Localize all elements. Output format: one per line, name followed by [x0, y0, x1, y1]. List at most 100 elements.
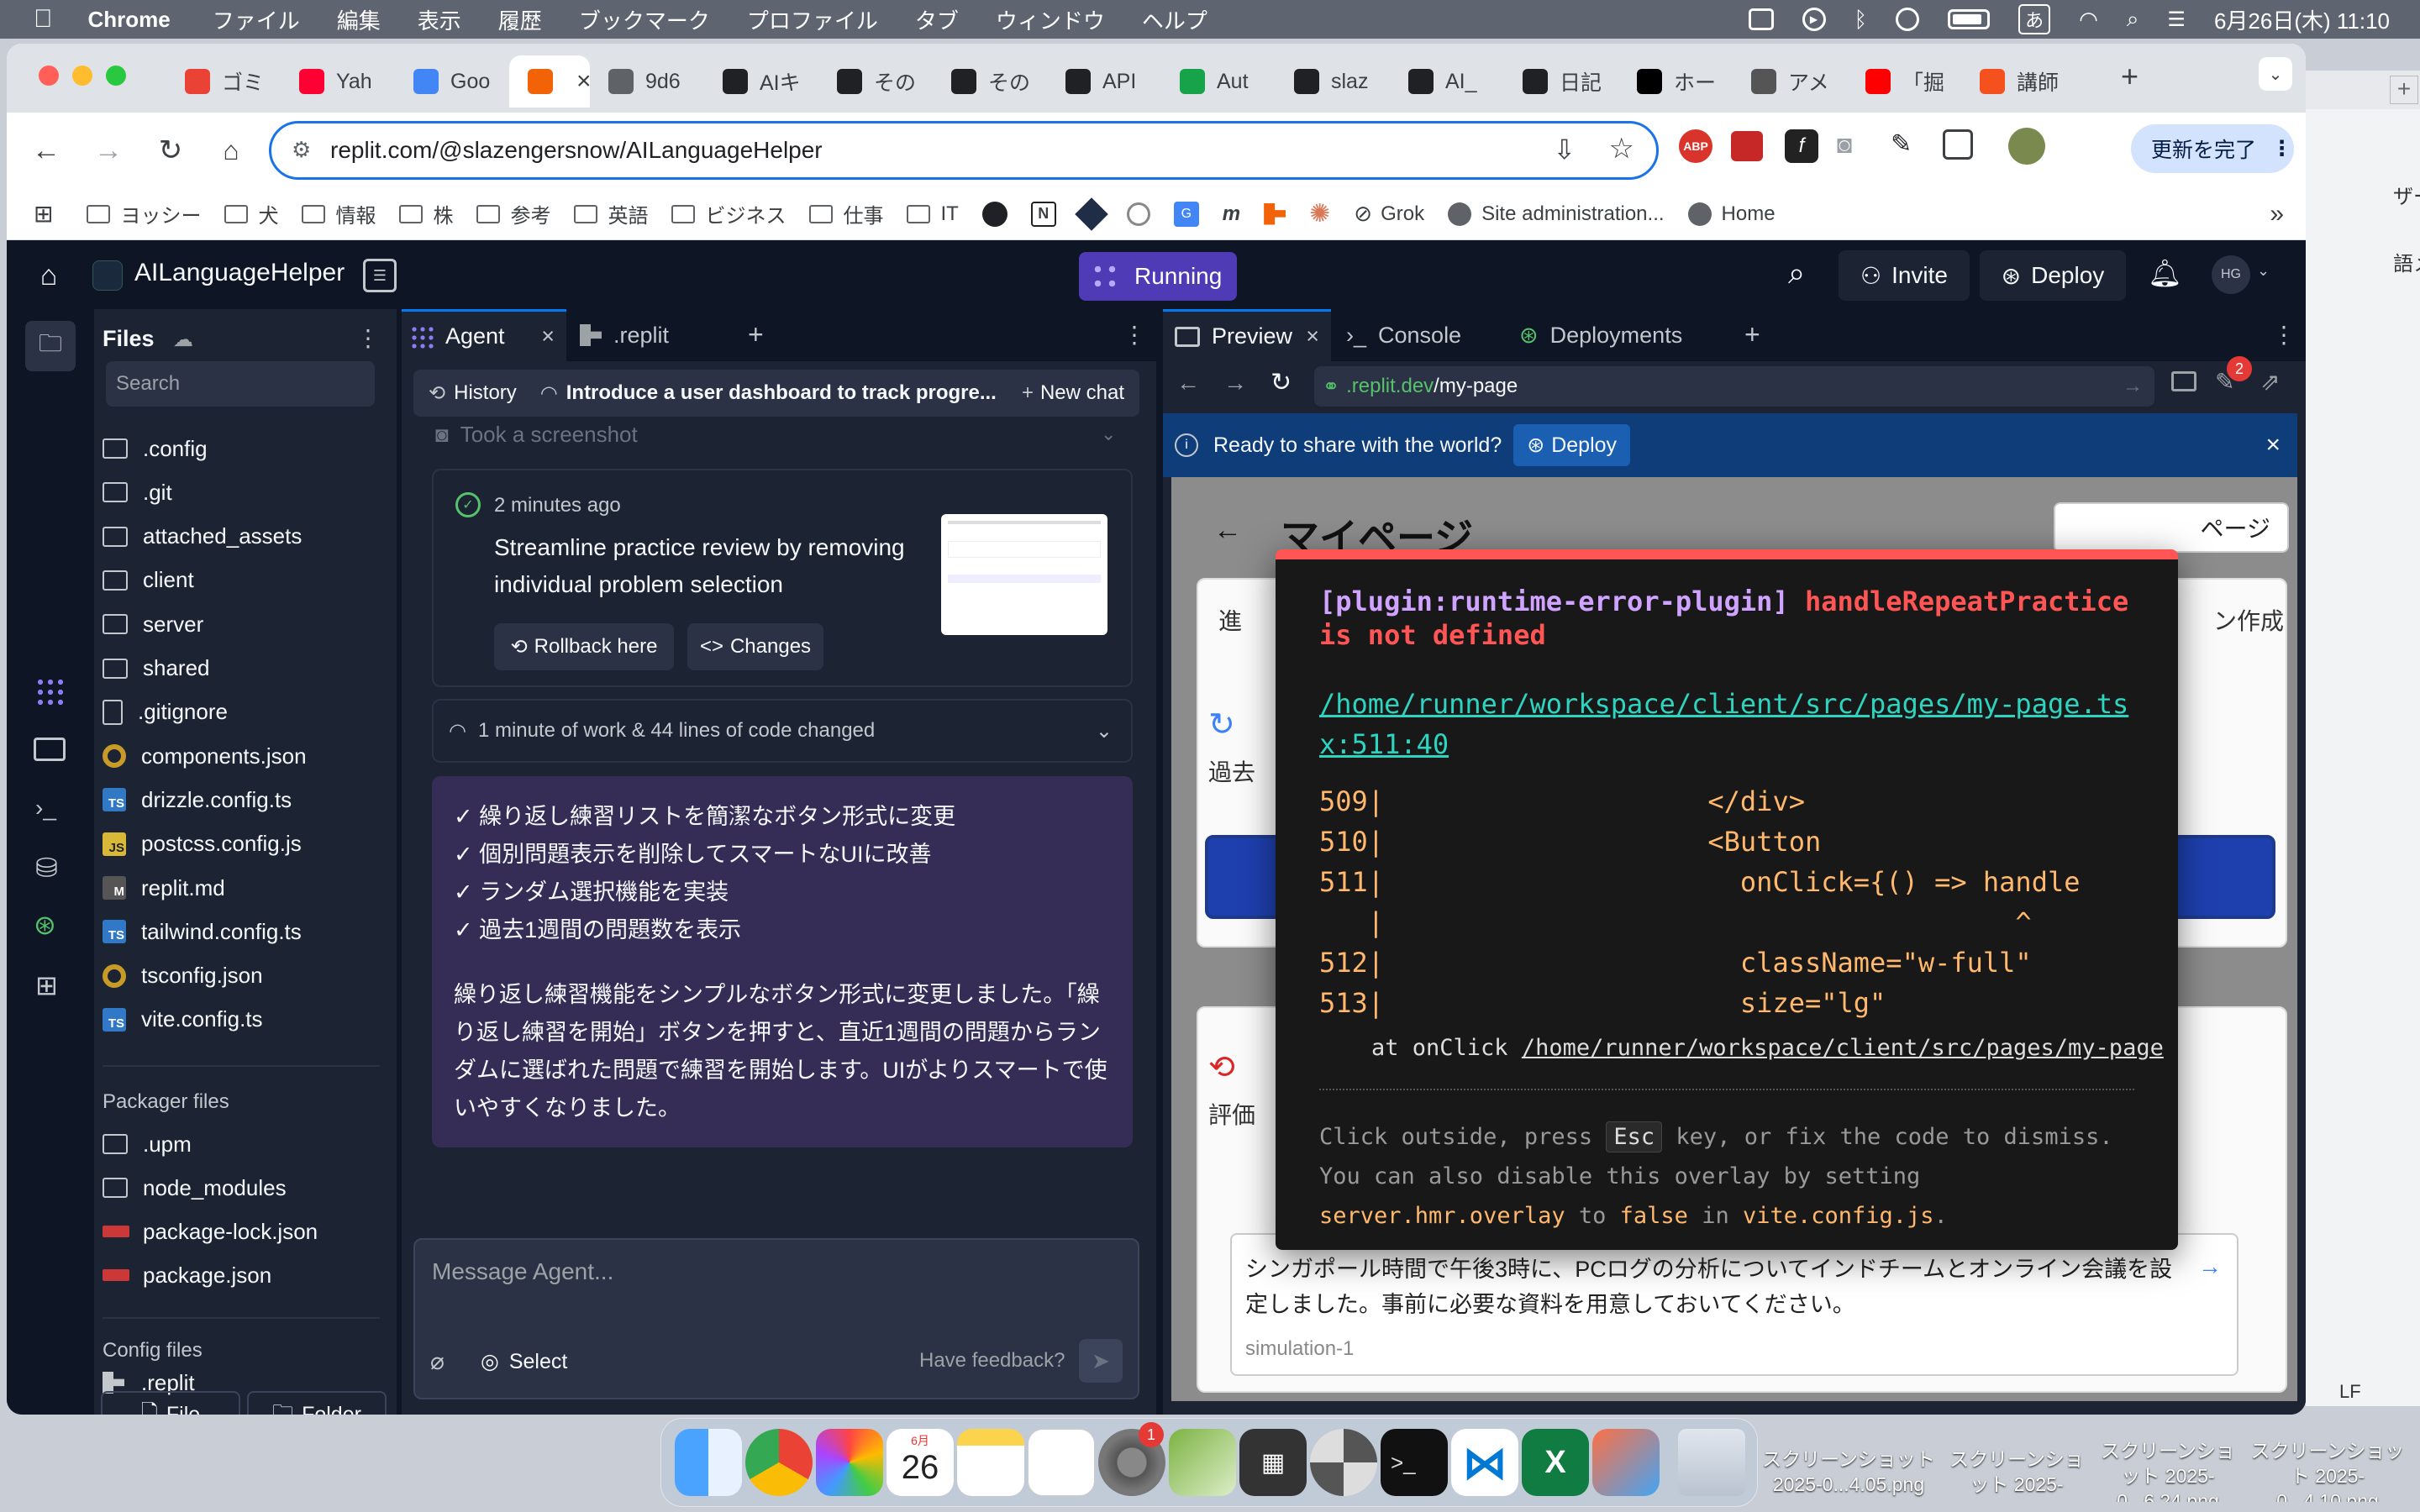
extension-red-icon[interactable] — [1731, 131, 1763, 161]
browser-tab[interactable]: アメ — [1733, 55, 1847, 108]
menu-file[interactable]: ファイル — [213, 4, 300, 35]
file-tree-item[interactable]: components.json — [103, 736, 380, 776]
notes-icon[interactable] — [957, 1429, 1024, 1496]
reload-icon[interactable]: ↻ — [146, 126, 195, 175]
apple-icon[interactable]:  — [34, 5, 53, 34]
project-settings-icon[interactable]: ☰ — [363, 259, 397, 292]
deployments-rail-icon[interactable]: ⊛ — [34, 909, 56, 941]
browser-tab[interactable]: 9d6 — [590, 55, 704, 108]
plus-icon[interactable]: + — [2390, 76, 2418, 104]
preview-back-icon[interactable]: ← — [1176, 370, 1200, 396]
trash-icon[interactable] — [1678, 1429, 1745, 1496]
open-new-tab-icon[interactable]: ⇗ — [2260, 368, 2280, 396]
new-chat-button[interactable]: New chat — [1040, 381, 1124, 405]
file-tree-item[interactable]: TS tailwind.config.ts — [103, 911, 380, 952]
feedback-link[interactable]: Have feedback? — [919, 1349, 1065, 1373]
expand-chevron-icon[interactable]: ⌄ — [1101, 423, 1116, 445]
browser-tab[interactable]: API — [1047, 55, 1161, 108]
deploy-button[interactable]: ⊛ Deploy — [1980, 250, 2126, 301]
rollback-button[interactable]: ⟲ Rollback here — [494, 623, 674, 670]
file-tree-item[interactable]: shared — [103, 648, 380, 689]
bookmark-grok[interactable]: ⊘ Grok — [1354, 201, 1424, 227]
browser-tab[interactable]: Aut — [1161, 55, 1276, 108]
bookmark-ext-2[interactable] — [1126, 202, 1150, 226]
tab-search-icon[interactable]: ⌄ — [2259, 57, 2292, 91]
menu-edit[interactable]: 編集 — [337, 4, 381, 35]
control-center-icon[interactable]: ☰ — [2167, 8, 2186, 32]
maps-like-icon[interactable] — [1169, 1429, 1236, 1496]
preview-reload-icon[interactable]: ↻ — [1270, 368, 1292, 397]
file-tree-item[interactable]: .gitignore — [103, 692, 380, 732]
project-name[interactable]: AILanguageHelper — [134, 259, 345, 287]
bookmark-claude[interactable]: ✺ — [1309, 199, 1330, 228]
browser-tab[interactable]: その — [933, 55, 1047, 108]
browser-tab[interactable]: AI_ — [1390, 55, 1504, 108]
bookmark-folder[interactable]: 情報 — [302, 199, 376, 228]
page-back-icon[interactable]: ← — [1213, 514, 1242, 547]
browser-tab[interactable]: × — [509, 55, 592, 108]
finder-icon[interactable] — [675, 1429, 742, 1496]
more-menu-icon[interactable]: ⋮ — [2271, 136, 2292, 161]
disk-utility-icon[interactable] — [1310, 1429, 1377, 1496]
select-element-button[interactable]: ◎ Select — [481, 1349, 567, 1374]
close-tab-icon[interactable]: × — [1306, 323, 1319, 349]
banner-deploy-button[interactable]: ⊛ Deploy — [1513, 424, 1631, 466]
iphone-mirroring-icon[interactable] — [1592, 1429, 1660, 1496]
preview-rail-icon[interactable] — [34, 738, 66, 761]
files-sync-icon[interactable]: ☁ — [173, 328, 193, 352]
update-button[interactable]: 更新を完了 ⋮ — [2131, 124, 2294, 173]
menu-help[interactable]: ヘルプ — [1142, 4, 1207, 35]
bookmark-home[interactable]: Home — [1687, 202, 1776, 226]
file-tree-item[interactable]: .upm — [103, 1124, 380, 1164]
history-button[interactable]: History — [454, 381, 517, 405]
stack-path-link[interactable]: /home/runner/workspace/client/src/pages/… — [1522, 1035, 2164, 1061]
error-file-link[interactable]: /home/runner/workspace/client/src/pages/… — [1319, 684, 2160, 764]
calculator-icon[interactable]: ▦ — [1239, 1429, 1307, 1496]
file-tree-item[interactable]: server — [103, 604, 380, 644]
message-agent-input[interactable]: Message Agent... — [432, 1258, 613, 1285]
search-icon[interactable]: ⌕ — [1788, 255, 1805, 291]
menu-app-name[interactable]: Chrome — [88, 7, 171, 33]
more-bookmarks-icon[interactable]: » — [2270, 200, 2284, 228]
camera-icon[interactable]: ◙ — [1837, 131, 1852, 160]
photos-icon[interactable] — [816, 1429, 883, 1496]
file-tree-item[interactable]: tsconfig.json — [103, 956, 380, 996]
close-banner-icon[interactable]: × — [2265, 431, 2281, 459]
file-tree-item[interactable]: JS postcss.config.js — [103, 824, 380, 864]
time-machine-icon[interactable] — [1896, 8, 1920, 31]
bookmark-folder[interactable]: ヨッシー — [87, 199, 201, 228]
browser-tab[interactable]: その — [818, 55, 933, 108]
close-tab-icon[interactable]: × — [541, 323, 555, 349]
file-tree-item[interactable]: package-lock.json — [103, 1211, 380, 1252]
user-avatar[interactable]: HG — [2212, 255, 2250, 294]
device-toggle-icon[interactable] — [2171, 371, 2196, 391]
wifi-icon[interactable]: ◠ — [2079, 7, 2098, 33]
battery-icon[interactable] — [1948, 9, 1991, 29]
browser-tab[interactable]: slaz — [1276, 55, 1390, 108]
bookmark-ext-3[interactable]: m — [1223, 202, 1240, 226]
add-tab-icon[interactable]: + — [1744, 319, 1760, 350]
desktop-file[interactable]: スクリーンショット 2025-0...6.24.png — [2092, 1438, 2244, 1502]
desktop-file[interactable]: スクリーンショット 2025-0...4.10.png — [2244, 1438, 2412, 1502]
home-icon[interactable]: ⌂ — [207, 126, 255, 175]
chrome-icon[interactable] — [745, 1429, 813, 1496]
browser-tab[interactable]: 「掘 — [1847, 55, 1961, 108]
menu-window[interactable]: ウィンドウ — [996, 4, 1105, 35]
browser-tab[interactable]: AIキ — [704, 55, 818, 108]
freeform-icon[interactable] — [1028, 1429, 1095, 1496]
bookmark-folder[interactable]: 仕事 — [809, 199, 883, 228]
browser-tab[interactable]: ホー — [1618, 55, 1733, 108]
extension-f-icon[interactable]: f — [1785, 129, 1818, 163]
run-stop-button[interactable]: Running — [1079, 252, 1237, 301]
maximize-window-icon[interactable] — [106, 66, 126, 86]
console-rail-icon[interactable]: ›_ — [35, 795, 56, 822]
page-nav-button[interactable]: ページ — [2054, 502, 2289, 553]
tab-replit-config[interactable]: .replit — [580, 309, 669, 361]
file-tree-item[interactable]: .git — [103, 472, 380, 512]
menubar-clock[interactable]: 6月26日(木) 11:10 — [2214, 4, 2390, 35]
file-tree-item[interactable]: Mreplit.md — [103, 868, 380, 908]
preview-url-bar[interactable]: ⚭ .replit.dev /my-page → — [1314, 366, 2154, 407]
bookmark-star-icon[interactable]: ☆ — [1609, 132, 1634, 165]
add-tab-icon[interactable]: + — [748, 319, 764, 350]
excel-icon[interactable]: X — [1522, 1429, 1589, 1496]
